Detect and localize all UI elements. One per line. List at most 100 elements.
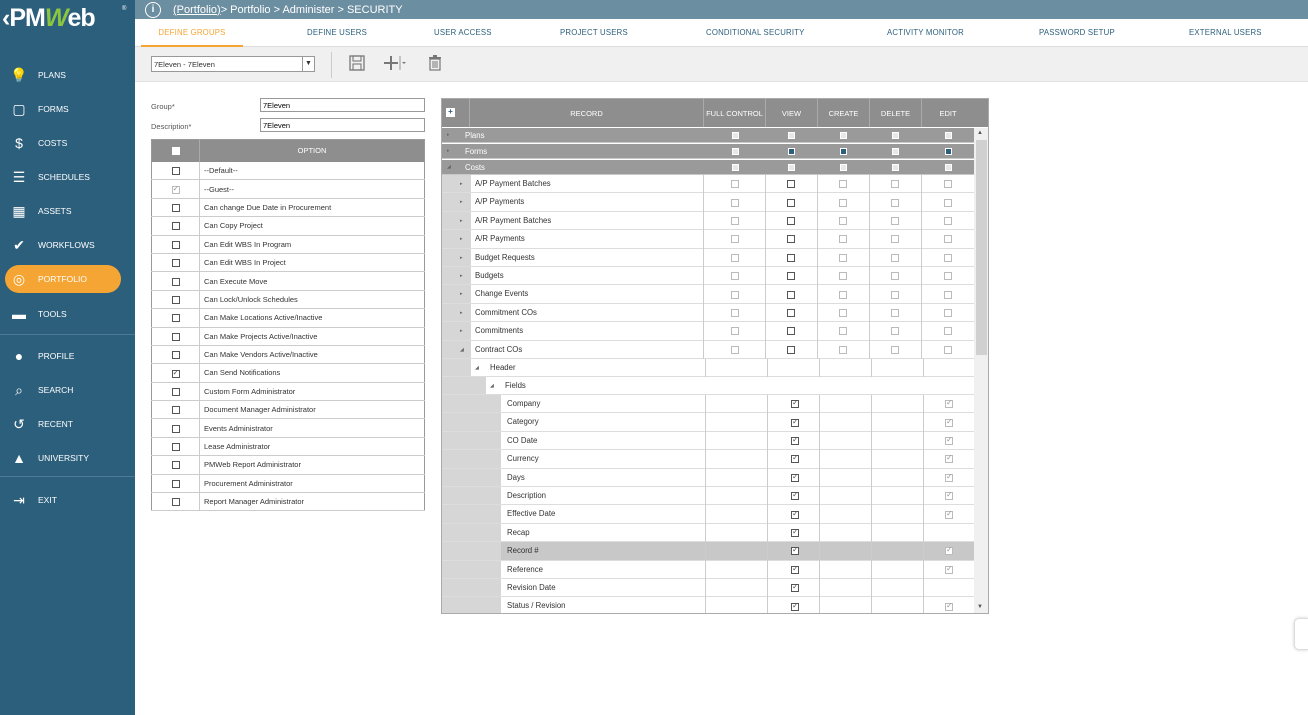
group-field[interactable] xyxy=(260,98,425,112)
permission-checkbox[interactable] xyxy=(839,164,847,171)
permission-checkbox[interactable] xyxy=(791,417,799,427)
permission-checkbox[interactable] xyxy=(945,453,953,464)
permission-checkbox[interactable] xyxy=(731,148,739,155)
permission-checkbox[interactable] xyxy=(787,180,795,189)
permission-checkbox[interactable] xyxy=(791,582,799,593)
permission-checkbox[interactable] xyxy=(787,272,795,281)
permission-checkbox[interactable] xyxy=(945,490,953,501)
permission-checkbox[interactable] xyxy=(791,564,799,574)
expand-arrow-icon[interactable]: ▸ xyxy=(460,267,463,285)
permission-checkbox[interactable] xyxy=(791,398,799,409)
permission-checkbox[interactable] xyxy=(891,272,899,281)
permission-checkbox[interactable] xyxy=(944,253,952,262)
option-checkbox[interactable] xyxy=(171,387,180,396)
collapse-arrow-icon[interactable]: ◢ xyxy=(447,160,451,175)
permission-checkbox[interactable] xyxy=(891,132,899,139)
grid-record-row[interactable]: ▸ A/P Payments xyxy=(442,193,974,212)
grid-record-row[interactable]: ▸ Budget Requests xyxy=(442,248,974,267)
permission-checkbox[interactable] xyxy=(944,272,952,281)
grid-field-row[interactable]: Days xyxy=(442,468,974,487)
grid-record-row[interactable]: ▸ Change Events xyxy=(442,285,974,304)
permission-checkbox[interactable] xyxy=(731,290,739,299)
side-panel-handle[interactable] xyxy=(1294,618,1308,650)
permission-checkbox[interactable] xyxy=(839,216,847,225)
permission-checkbox[interactable] xyxy=(731,132,739,139)
option-checkbox[interactable] xyxy=(171,203,180,212)
permission-checkbox[interactable] xyxy=(944,148,952,155)
expand-arrow-icon[interactable]: ▸ xyxy=(447,128,450,143)
grid-field-row[interactable]: Description xyxy=(442,487,974,506)
scrollbar-thumb[interactable] xyxy=(976,140,987,355)
expand-arrow-icon[interactable]: ▸ xyxy=(460,322,463,340)
permission-checkbox[interactable] xyxy=(891,235,899,244)
permission-checkbox[interactable] xyxy=(891,290,899,299)
permission-checkbox[interactable] xyxy=(731,253,739,262)
permission-checkbox[interactable] xyxy=(839,272,847,281)
permission-checkbox[interactable] xyxy=(944,308,952,317)
tab-external-users[interactable]: EXTERNAL USERS xyxy=(1189,19,1262,47)
permission-checkbox[interactable] xyxy=(731,198,739,207)
expand-all-icon[interactable]: + xyxy=(446,108,455,117)
expand-arrow-icon[interactable]: ▸ xyxy=(460,249,463,267)
permission-checkbox[interactable] xyxy=(945,435,953,445)
permission-checkbox[interactable] xyxy=(891,198,899,207)
permission-checkbox[interactable] xyxy=(787,253,795,262)
nav-item-tools[interactable]: ▬ TOOLS xyxy=(0,299,135,329)
grid-record-row[interactable]: ◢ Contract COs xyxy=(442,340,974,359)
permission-checkbox[interactable] xyxy=(945,509,953,519)
permission-checkbox[interactable] xyxy=(891,164,899,171)
permission-checkbox[interactable] xyxy=(891,180,899,189)
scroll-up-icon[interactable]: ▲ xyxy=(977,130,983,136)
permission-checkbox[interactable] xyxy=(731,327,739,336)
nav-item-search[interactable]: ⌕ SEARCH xyxy=(0,375,135,405)
grid-record-row[interactable]: ▸ A/R Payment Batches xyxy=(442,211,974,231)
tab-password-setup[interactable]: PASSWORD SETUP xyxy=(1039,19,1115,47)
collapse-arrow-icon[interactable]: ◢ xyxy=(475,359,479,377)
permission-checkbox[interactable] xyxy=(945,398,953,409)
chevron-down-icon[interactable]: ▼ xyxy=(302,57,314,71)
option-checkbox[interactable] xyxy=(171,406,180,415)
permission-checkbox[interactable] xyxy=(944,235,952,244)
permission-checkbox[interactable] xyxy=(839,148,847,155)
grid-field-row[interactable]: Status / Revision xyxy=(442,597,974,613)
permission-checkbox[interactable] xyxy=(731,180,739,189)
pmweb-logo[interactable]: ‹PMWeb ® xyxy=(2,4,132,44)
grid-field-row[interactable]: Revision Date xyxy=(442,579,974,598)
option-checkbox[interactable] xyxy=(171,479,180,488)
nav-item-exit[interactable]: ⇥ EXIT xyxy=(0,485,135,515)
permission-checkbox[interactable] xyxy=(787,327,795,336)
scroll-down-icon[interactable]: ▼ xyxy=(977,604,983,610)
info-icon[interactable]: i xyxy=(145,1,161,18)
permission-checkbox[interactable] xyxy=(944,327,952,336)
grid-field-row[interactable]: Category xyxy=(442,413,974,432)
permission-checkbox[interactable] xyxy=(787,132,795,139)
option-checkbox[interactable] xyxy=(171,240,180,249)
option-checkbox[interactable] xyxy=(171,424,180,433)
nav-item-recent[interactable]: ↺ RECENT xyxy=(0,409,135,439)
permission-checkbox[interactable] xyxy=(791,490,799,501)
grid-record-row[interactable]: ▸ Commitments xyxy=(442,322,974,341)
permission-checkbox[interactable] xyxy=(787,235,795,244)
option-checkbox[interactable] xyxy=(171,295,180,304)
permission-checkbox[interactable] xyxy=(731,235,739,244)
permission-checkbox[interactable] xyxy=(791,527,799,537)
permission-checkbox[interactable] xyxy=(945,564,953,574)
grid-fields-section-row[interactable]: ◢ Fields xyxy=(442,377,974,396)
permission-checkbox[interactable] xyxy=(731,272,739,281)
grid-field-row[interactable]: Currency xyxy=(442,450,974,469)
permission-checkbox[interactable] xyxy=(839,253,847,262)
expand-arrow-icon[interactable]: ▸ xyxy=(460,285,463,303)
permission-checkbox[interactable] xyxy=(791,509,799,519)
permission-checkbox[interactable] xyxy=(891,216,899,225)
permission-checkbox[interactable] xyxy=(839,327,847,336)
nav-item-university[interactable]: ▲ UNIVERSITY xyxy=(0,443,135,473)
tab-user-access[interactable]: USER ACCESS xyxy=(434,19,492,47)
nav-item-portfolio[interactable]: ◎ PORTFOLIO xyxy=(0,264,135,294)
option-checkbox[interactable] xyxy=(171,443,180,452)
permission-checkbox[interactable] xyxy=(839,198,847,207)
nav-item-profile[interactable]: ● PROFILE xyxy=(0,341,135,371)
expand-arrow-icon[interactable]: ▸ xyxy=(460,175,463,193)
permission-checkbox[interactable] xyxy=(944,164,952,171)
vertical-scrollbar[interactable]: ▲ ▼ xyxy=(974,128,988,613)
permission-checkbox[interactable] xyxy=(944,180,952,189)
